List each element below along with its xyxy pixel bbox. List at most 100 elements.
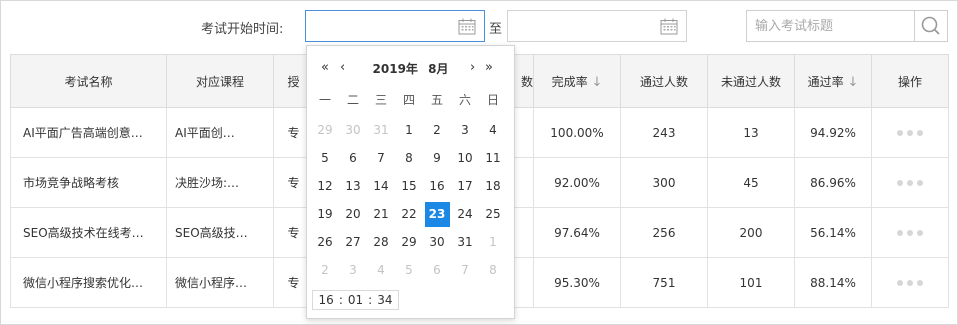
sort-down-arrow-icon[interactable]: ↓ <box>847 75 858 90</box>
day-cell-other-month[interactable]: 29 <box>311 116 339 144</box>
day-grid: 29 30 31 1 2 3 4 5 6 7 8 9 10 11 12 13 14 15 16 17 18 19 20 21 2… <box>311 116 507 284</box>
cell-actions <box>871 207 949 258</box>
calendar-icon[interactable] <box>458 18 476 35</box>
day-cell[interactable]: 27 <box>339 228 367 256</box>
day-cell[interactable]: 4 <box>479 116 507 144</box>
cell-failed: 45 <box>707 157 795 208</box>
to-label: 至 <box>489 22 503 37</box>
next-year-button[interactable]: » <box>485 60 493 75</box>
year-month-header: 2019年 8月 <box>307 60 514 77</box>
cell-course: SEO高级技… <box>166 207 274 258</box>
day-cell-other-month[interactable]: 1 <box>479 228 507 256</box>
weekday-label: 五 <box>430 93 443 107</box>
day-cell[interactable]: 6 <box>339 144 367 172</box>
day-cell[interactable]: 7 <box>367 144 395 172</box>
year-label[interactable]: 2019年 <box>373 62 418 76</box>
time-field[interactable]: 16 : 01 : 34 <box>312 290 399 310</box>
day-cell[interactable]: 8 <box>395 144 423 172</box>
end-date-input[interactable] <box>507 10 687 42</box>
day-cell[interactable]: 1 <box>395 116 423 144</box>
day-cell-other-month[interactable]: 5 <box>395 256 423 284</box>
day-cell[interactable]: 25 <box>479 200 507 228</box>
cell-actions <box>871 107 949 158</box>
day-cell-other-month[interactable]: 8 <box>479 256 507 284</box>
day-cell[interactable]: 24 <box>451 200 479 228</box>
day-cell[interactable]: 28 <box>367 228 395 256</box>
day-cell-selected[interactable]: 23 <box>423 200 451 228</box>
day-cell[interactable]: 31 <box>451 228 479 256</box>
cell-course: AI平面创… <box>166 107 274 158</box>
sort-down-arrow-icon[interactable]: ↓ <box>591 75 602 90</box>
day-cell-other-month[interactable]: 2 <box>311 256 339 284</box>
search-button[interactable] <box>914 11 947 41</box>
day-cell-other-month[interactable]: 3 <box>339 256 367 284</box>
cell-completion: 100.00% <box>533 107 621 158</box>
cell-passed: 751 <box>620 257 708 308</box>
day-cell[interactable]: 30 <box>423 228 451 256</box>
day-cell-other-month[interactable]: 6 <box>423 256 451 284</box>
date-picker-popup: « ‹ 2019年 8月 › » 一二三四五六日 29 30 31 1 2 3 4 5 6 7 8 9… <box>306 45 515 319</box>
more-dots-icon[interactable] <box>897 180 923 186</box>
header-pass-rate[interactable]: 通过率 ↓ <box>794 54 872 108</box>
day-cell[interactable]: 26 <box>311 228 339 256</box>
day-cell[interactable]: 20 <box>339 200 367 228</box>
day-cell[interactable]: 12 <box>311 172 339 200</box>
header-passed: 通过人数 <box>620 54 708 108</box>
cell-exam-name: 微信小程序搜索优化… <box>10 257 167 308</box>
cell-passed: 243 <box>620 107 708 158</box>
cell-failed: 101 <box>707 257 795 308</box>
more-dots-icon[interactable] <box>897 230 923 236</box>
weekday-label: 六 <box>458 93 471 107</box>
more-dots-icon[interactable] <box>897 130 923 136</box>
header-actions: 操作 <box>871 54 949 108</box>
day-cell[interactable]: 13 <box>339 172 367 200</box>
day-cell-other-month[interactable]: 4 <box>367 256 395 284</box>
calendar-icon[interactable] <box>660 18 678 35</box>
time-second[interactable]: 34 <box>377 293 392 307</box>
day-cell[interactable]: 14 <box>367 172 395 200</box>
time-hour[interactable]: 16 <box>319 293 334 307</box>
header-pass-rate-label: 通过率 <box>807 74 844 89</box>
cell-pass-rate: 88.14% <box>794 257 872 308</box>
more-dots-icon[interactable] <box>897 280 923 286</box>
day-cell[interactable]: 5 <box>311 144 339 172</box>
time-separator: : <box>338 293 343 307</box>
day-cell[interactable]: 10 <box>451 144 479 172</box>
day-cell[interactable]: 15 <box>395 172 423 200</box>
time-minute[interactable]: 01 <box>348 293 363 307</box>
header-completion-label: 完成率 <box>551 74 588 89</box>
start-date-input[interactable] <box>305 10 485 42</box>
cell-course: 微信小程序… <box>166 257 274 308</box>
day-cell[interactable]: 11 <box>479 144 507 172</box>
day-cell[interactable]: 9 <box>423 144 451 172</box>
day-cell-other-month[interactable]: 31 <box>367 116 395 144</box>
weekday-label: 四 <box>402 93 415 107</box>
header-course: 对应课程 <box>166 54 274 108</box>
search-icon <box>921 16 940 35</box>
day-cell[interactable]: 16 <box>423 172 451 200</box>
day-cell[interactable]: 21 <box>367 200 395 228</box>
day-cell[interactable]: 2 <box>423 116 451 144</box>
cell-actions <box>871 157 949 208</box>
cell-passed: 256 <box>620 207 708 258</box>
day-cell-other-month[interactable]: 30 <box>339 116 367 144</box>
next-month-button[interactable]: › <box>470 60 475 75</box>
search-input[interactable] <box>747 11 931 41</box>
weekday-header: 一二三四五六日 <box>311 91 507 111</box>
cell-pass-rate: 86.96% <box>794 157 872 208</box>
day-cell[interactable]: 3 <box>451 116 479 144</box>
month-label[interactable]: 8月 <box>428 62 448 76</box>
cell-pass-rate: 94.92% <box>794 107 872 158</box>
time-separator: : <box>368 293 373 307</box>
day-cell[interactable]: 19 <box>311 200 339 228</box>
cell-failed: 13 <box>707 107 795 158</box>
day-cell-other-month[interactable]: 7 <box>451 256 479 284</box>
day-cell[interactable]: 18 <box>479 172 507 200</box>
header-exam-name: 考试名称 <box>10 54 167 108</box>
cell-actions <box>871 257 949 308</box>
cell-completion: 92.00% <box>533 157 621 208</box>
day-cell[interactable]: 22 <box>395 200 423 228</box>
header-completion-rate[interactable]: 完成率 ↓ <box>533 54 621 108</box>
day-cell[interactable]: 29 <box>395 228 423 256</box>
day-cell[interactable]: 17 <box>451 172 479 200</box>
